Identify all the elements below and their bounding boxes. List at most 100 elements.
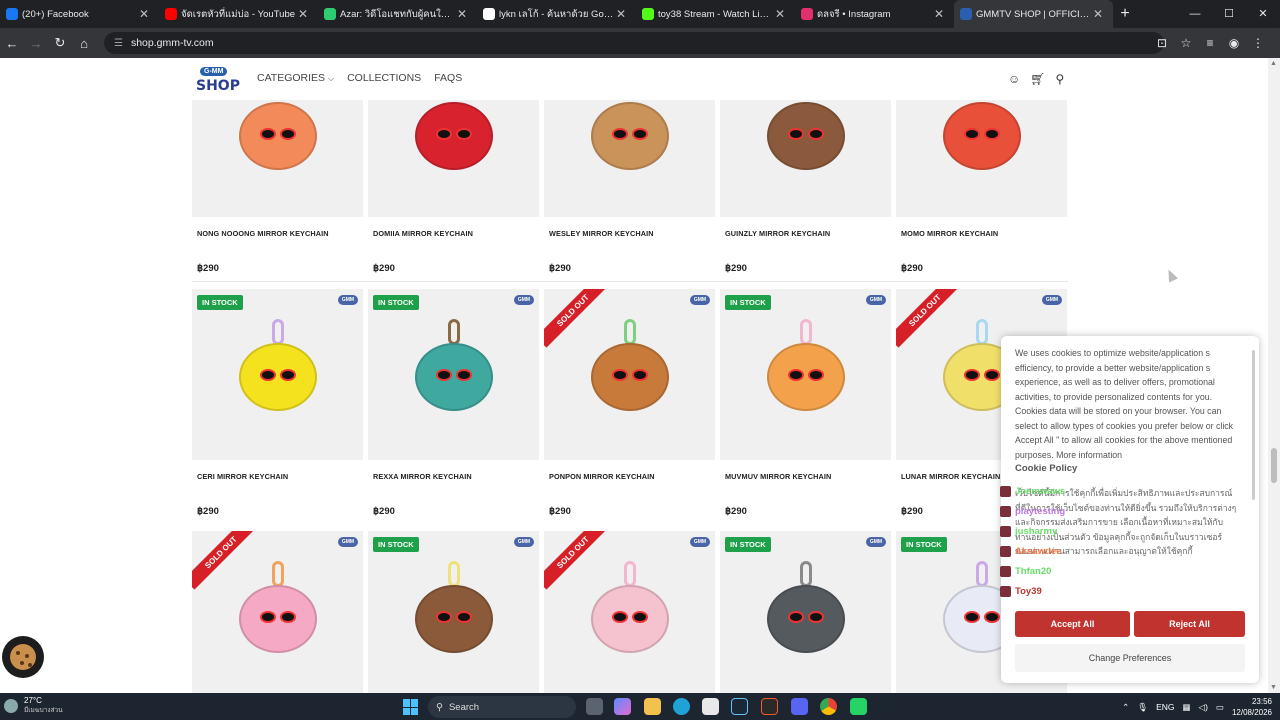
product-card[interactable]: NONG NOOONG MIRROR KEYCHAIN ฿290 bbox=[192, 70, 363, 292]
forward-icon[interactable]: → bbox=[24, 36, 48, 51]
tab-close-icon[interactable]: ✕ bbox=[296, 7, 310, 21]
start-button[interactable] bbox=[403, 699, 419, 715]
product-image[interactable]: IN STOCK GMM bbox=[720, 531, 891, 693]
network-icon[interactable]: ▦ bbox=[1183, 702, 1191, 713]
product-name[interactable]: DOMIIA MIRROR KEYCHAIN bbox=[373, 229, 473, 238]
store-icon[interactable] bbox=[702, 698, 719, 715]
product-card[interactable]: IN STOCK GMM bbox=[720, 531, 891, 693]
product-card[interactable]: WESLEY MIRROR KEYCHAIN ฿290 bbox=[544, 70, 715, 292]
taskbar-search[interactable]: ⚲ Search bbox=[428, 696, 576, 718]
product-name[interactable]: LUNAR MIRROR KEYCHAIN bbox=[901, 472, 1000, 481]
tab-close-icon[interactable]: ✕ bbox=[455, 7, 469, 21]
product-name[interactable]: WESLEY MIRROR KEYCHAIN bbox=[549, 229, 654, 238]
whatsapp-icon[interactable] bbox=[850, 698, 867, 715]
tab-close-icon[interactable]: ✕ bbox=[932, 7, 946, 21]
close-window-button[interactable]: ✕ bbox=[1246, 0, 1280, 28]
maximize-button[interactable]: ☐ bbox=[1212, 0, 1246, 28]
scroll-down-icon[interactable]: ▼ bbox=[1270, 684, 1277, 691]
tab-close-icon[interactable]: ✕ bbox=[614, 7, 628, 21]
volume-icon[interactable]: ◁) bbox=[1199, 702, 1208, 713]
weather-widget[interactable]: 27°C มีเมฆบางส่วน bbox=[4, 696, 63, 716]
microphone-icon[interactable]: 🎙︎ bbox=[1137, 702, 1148, 713]
tab-close-icon[interactable]: ✕ bbox=[773, 7, 787, 21]
bookmark-star-icon[interactable]: ☆ bbox=[1174, 36, 1198, 50]
scroll-up-icon[interactable]: ▲ bbox=[1270, 60, 1277, 67]
reading-list-icon[interactable]: ≡ bbox=[1198, 36, 1222, 50]
product-card[interactable]: IN STOCK GMM bbox=[368, 531, 539, 693]
browser-tab[interactable]: (20+) Facebook ✕ bbox=[0, 0, 159, 28]
product-card[interactable]: SOLD OUT GMM bbox=[192, 531, 363, 693]
product-name[interactable]: REXXA MIRROR KEYCHAIN bbox=[373, 472, 472, 481]
reject-all-button[interactable]: Reject All bbox=[1134, 611, 1245, 637]
browser-tab[interactable]: lykn เลโก้ - ค้นหาด้วย Google ✕ bbox=[477, 0, 636, 28]
edge-icon[interactable] bbox=[673, 698, 690, 715]
language-indicator[interactable]: ENG bbox=[1156, 702, 1174, 712]
product-image[interactable]: IN STOCK GMM bbox=[368, 531, 539, 693]
product-name[interactable]: PONPON MIRROR KEYCHAIN bbox=[549, 472, 655, 481]
product-name[interactable]: CERI MIRROR KEYCHAIN bbox=[197, 472, 288, 481]
product-image[interactable]: IN STOCK GMM bbox=[192, 289, 363, 460]
sunglasses-graphic bbox=[611, 369, 648, 381]
product-image[interactable]: IN STOCK GMM bbox=[720, 289, 891, 460]
chrome-icon[interactable] bbox=[820, 698, 837, 715]
product-card[interactable]: GUINZLY MIRROR KEYCHAIN ฿290 bbox=[720, 70, 891, 292]
product-card[interactable]: IN STOCK GMM REXXA MIRROR KEYCHAIN ฿290 bbox=[368, 289, 539, 535]
scrollbar-thumb[interactable] bbox=[1271, 448, 1277, 483]
product-card[interactable]: MOMO MIRROR KEYCHAIN ฿290 bbox=[896, 70, 1067, 292]
new-tab-button[interactable]: + bbox=[1113, 5, 1137, 23]
product-image[interactable]: SOLD OUT GMM bbox=[544, 289, 715, 460]
address-bar[interactable]: ☰ shop.gmm-tv.com bbox=[104, 32, 1164, 54]
product-name[interactable]: GUINZLY MIRROR KEYCHAIN bbox=[725, 229, 830, 238]
site-info-icon[interactable]: ☰ bbox=[114, 38, 123, 49]
reload-icon[interactable]: ↻ bbox=[48, 35, 72, 51]
tab-favicon-icon bbox=[324, 8, 336, 20]
install-app-icon[interactable]: ⊡ bbox=[1150, 36, 1174, 50]
account-icon[interactable]: ☺ bbox=[1008, 72, 1020, 86]
product-image[interactable]: SOLD OUT GMM bbox=[192, 531, 363, 693]
browser-tab[interactable]: toy38 Stream - Watch Live on K✕ bbox=[636, 0, 795, 28]
cart-icon[interactable]: 🛒︎ bbox=[1030, 72, 1045, 86]
app-icon[interactable] bbox=[761, 698, 778, 715]
product-name[interactable]: MUVMUV MIRROR KEYCHAIN bbox=[725, 472, 831, 481]
cookie-settings-button[interactable] bbox=[2, 636, 44, 678]
product-card[interactable]: SOLD OUT GMM PONPON MIRROR KEYCHAIN ฿290 bbox=[544, 289, 715, 535]
nav-categories[interactable]: CATEGORIES ⌵ bbox=[257, 72, 334, 84]
product-image[interactable]: IN STOCK GMM bbox=[368, 289, 539, 460]
discord-icon[interactable] bbox=[791, 698, 808, 715]
cookie-scrollbar[interactable] bbox=[1252, 350, 1255, 500]
browser-tab[interactable]: Azar: วิดีโอแชทกับผู้คนใหม่ๆ ✕ bbox=[318, 0, 477, 28]
tab-close-icon[interactable]: ✕ bbox=[137, 7, 151, 21]
search-icon[interactable]: ⚲ bbox=[1056, 72, 1065, 86]
product-name[interactable]: MOMO MIRROR KEYCHAIN bbox=[901, 229, 998, 238]
accept-all-button[interactable]: Accept All bbox=[1015, 611, 1130, 637]
product-name[interactable]: NONG NOOONG MIRROR KEYCHAIN bbox=[197, 229, 329, 238]
product-card[interactable]: IN STOCK GMM MUVMUV MIRROR KEYCHAIN ฿290 bbox=[720, 289, 891, 535]
browser-tab[interactable]: ดลจรี • Instagram ✕ bbox=[795, 0, 954, 28]
cookie-policy-link[interactable]: Cookie Policy bbox=[1015, 463, 1077, 474]
steam-icon[interactable] bbox=[731, 698, 748, 715]
tab-close-icon[interactable]: ✕ bbox=[1091, 7, 1105, 21]
product-card[interactable]: DOMIIA MIRROR KEYCHAIN ฿290 bbox=[368, 70, 539, 292]
nav-faqs[interactable]: FAQS bbox=[434, 72, 462, 84]
copilot-icon[interactable] bbox=[614, 698, 631, 715]
tray-chevron-icon[interactable]: ⌃ bbox=[1122, 702, 1129, 713]
browser-tab[interactable]: จัดเรตหัวที่แม่บ่อ - YouTube ✕ bbox=[159, 0, 318, 28]
file-explorer-icon[interactable] bbox=[644, 698, 661, 715]
sunglasses-graphic bbox=[259, 611, 296, 623]
menu-icon[interactable]: ⋮ bbox=[1246, 36, 1270, 50]
browser-tab[interactable]: GMMTV SHOP | OFFICIAL STOR✕ bbox=[954, 0, 1113, 28]
product-card[interactable]: IN STOCK GMM CERI MIRROR KEYCHAIN ฿290 bbox=[192, 289, 363, 535]
change-preferences-button[interactable]: Change Preferences bbox=[1015, 644, 1245, 672]
battery-icon[interactable]: ▭ bbox=[1216, 702, 1224, 713]
page-scrollbar[interactable]: ▲ ▼ bbox=[1268, 58, 1280, 693]
gmmtv-shop-logo[interactable]: G-MM SHOP bbox=[192, 65, 242, 95]
home-icon[interactable]: ⌂ bbox=[72, 36, 96, 51]
back-icon[interactable]: ← bbox=[0, 36, 24, 51]
product-card[interactable]: SOLD OUT GMM bbox=[544, 531, 715, 693]
taskview-icon[interactable] bbox=[586, 698, 603, 715]
profile-icon[interactable]: ◉ bbox=[1222, 36, 1246, 50]
clock[interactable]: 23:56 12/08/2026 bbox=[1232, 696, 1272, 718]
product-image[interactable]: SOLD OUT GMM bbox=[544, 531, 715, 693]
nav-collections[interactable]: COLLECTIONS bbox=[347, 72, 421, 84]
minimize-button[interactable]: — bbox=[1178, 0, 1212, 28]
